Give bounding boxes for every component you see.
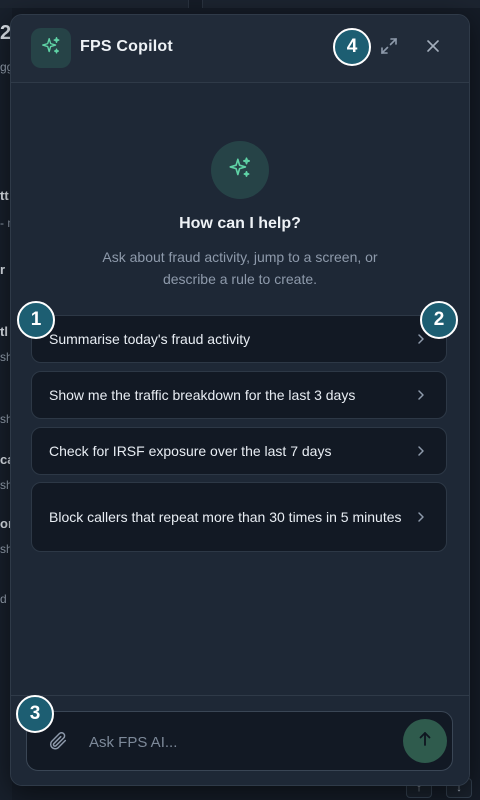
hero-logo: [211, 141, 269, 199]
suggestion-label: Summarise today's fraud activity: [49, 331, 251, 347]
paperclip-icon[interactable]: [47, 730, 69, 752]
sparkles-icon: [40, 35, 62, 62]
close-icon: [425, 38, 441, 59]
chat-input[interactable]: [87, 726, 391, 758]
panel-body: How can I help? Ask about fraud activity…: [11, 83, 469, 695]
background-column: [202, 0, 480, 8]
chevron-right-icon: [414, 388, 428, 402]
annotation-marker: 1: [17, 301, 55, 339]
background-column: [0, 0, 189, 8]
chevron-right-icon: [414, 510, 428, 524]
send-button[interactable]: [403, 719, 447, 763]
suggestion-button[interactable]: Check for IRSF exposure over the last 7 …: [31, 427, 447, 475]
suggestion-label: Check for IRSF exposure over the last 7 …: [49, 443, 332, 459]
annotation-marker: 2: [420, 301, 458, 339]
composer-box: [26, 711, 453, 771]
copilot-logo: [31, 28, 71, 68]
annotation-marker: 4: [333, 28, 371, 66]
copilot-panel: FPS Copilot How can I help? Ask about fr…: [10, 14, 470, 786]
close-button[interactable]: [421, 36, 445, 60]
suggestion-label: Block callers that repeat more than 30 t…: [49, 509, 402, 525]
suggestion-label: Show me the traffic breakdown for the la…: [49, 387, 356, 403]
suggestion-button[interactable]: Show me the traffic breakdown for the la…: [31, 371, 447, 419]
welcome-heading: How can I help?: [179, 215, 301, 232]
expand-button[interactable]: [377, 36, 401, 60]
annotation-marker: 3: [16, 695, 54, 733]
composer-area: [11, 695, 469, 785]
panel-header: FPS Copilot: [11, 15, 469, 83]
welcome-subtitle: Ask about fraud activity, jump to a scre…: [102, 249, 378, 287]
sparkles-icon: [227, 155, 253, 186]
suggestion-button[interactable]: Summarise today's fraud activity: [31, 315, 447, 363]
panel-title: FPS Copilot: [80, 38, 173, 55]
arrow-up-icon: [416, 730, 434, 753]
expand-icon: [379, 36, 399, 61]
chevron-right-icon: [414, 444, 428, 458]
suggestion-button[interactable]: Block callers that repeat more than 30 t…: [31, 482, 447, 552]
